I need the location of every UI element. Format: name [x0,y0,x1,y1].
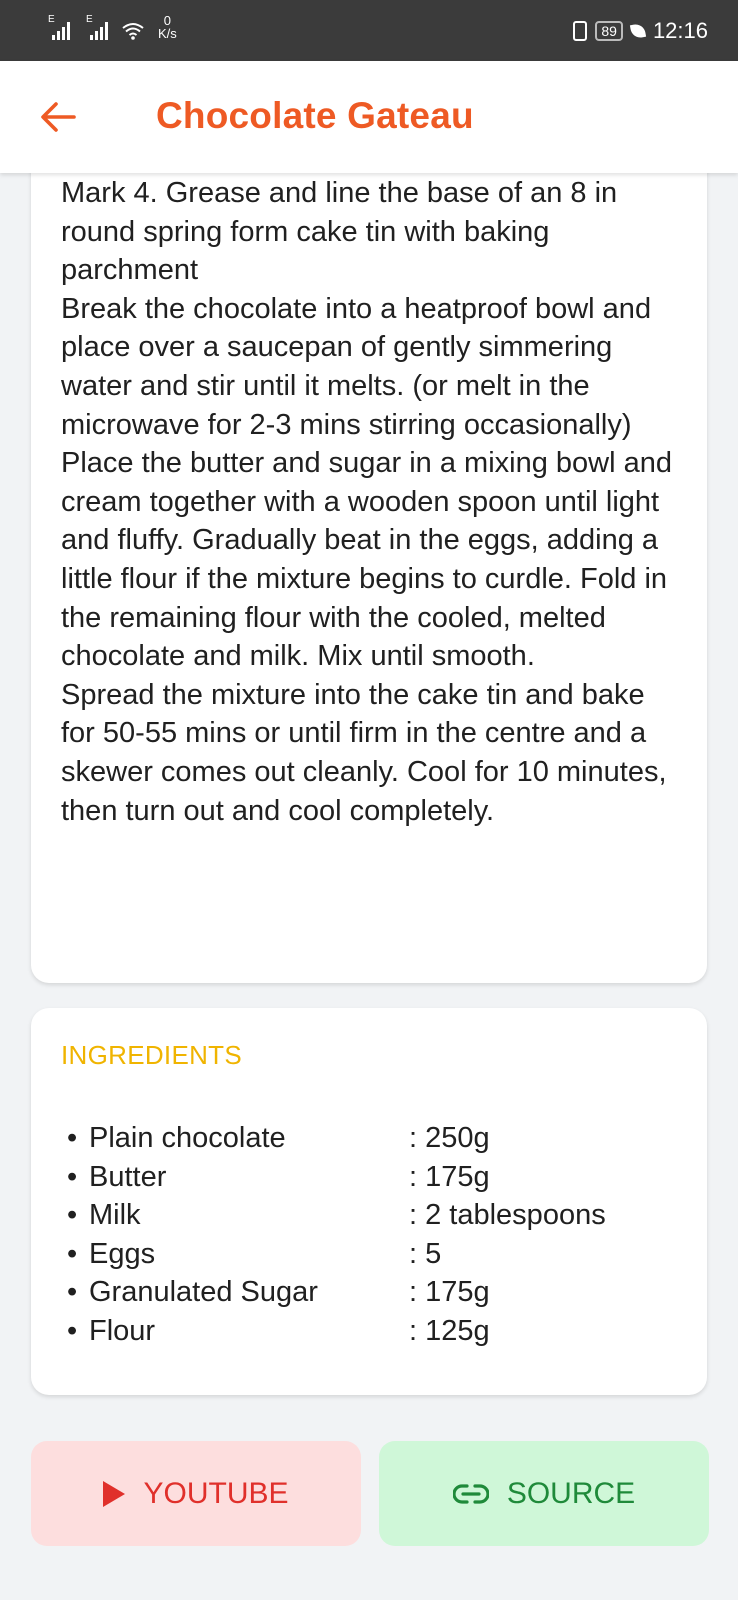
page-title: Chocolate Gateau [156,95,474,136]
instruction-paragraph: Spread the mixture into the cake tin and… [61,678,667,827]
ingredients-list: • Plain chocolate : 250g • Butter : 175g •… [61,1119,677,1351]
bullet: • [67,1314,78,1347]
youtube-button[interactable]: YOUTUBE [31,1441,361,1546]
wifi-icon [122,23,144,40]
status-bar: E E 0 K/s 89 12:16 [0,0,738,61]
ingredient-qty: : 125g [409,1314,490,1347]
ingredient-row: • Flour : 125g [61,1312,677,1351]
battery-level: 89 [601,23,617,39]
ingredient-name: Granulated Sugar [89,1276,318,1309]
power-saving-icon [629,22,647,40]
ingredient-name: Butter [89,1160,167,1193]
bullet: • [67,1199,78,1232]
back-button[interactable] [30,89,86,145]
ingredient-qty: : 2 tablespoons [409,1199,606,1232]
ingredient-name: Plain chocolate [89,1122,286,1154]
ingredient-row: • Eggs : 5 [61,1235,677,1274]
instructions-text: Mark 4. Grease and line the base of an 8… [61,174,677,830]
status-left: E E 0 K/s [48,14,177,40]
ingredient-qty: : 175g [409,1276,490,1309]
play-icon [103,1480,126,1507]
bullet: • [67,1122,78,1154]
instruction-paragraph: Break the chocolate into a heatproof bow… [61,292,652,441]
app-header: Chocolate Gateau [0,61,738,173]
bullet: • [67,1160,78,1193]
network-type-label-2: E [86,14,93,25]
youtube-button-label: YOUTUBE [143,1476,289,1510]
bullet: • [67,1276,78,1309]
ingredient-name: Eggs [89,1237,156,1270]
battery-icon: 89 [595,21,623,41]
ingredient-name: Flour [89,1314,156,1347]
network-type-label: E [48,14,55,25]
arrow-left-icon [41,102,76,132]
network-speed: 0 K/s [158,14,177,40]
instruction-paragraph: Place the butter and sugar in a mixing b… [61,447,672,673]
network-speed-unit: K/s [158,26,177,41]
ingredient-name: Milk [89,1199,141,1232]
ingredients-card: INGREDIENTS • Plain chocolate : 250g • But… [31,1008,707,1395]
link-icon [452,1483,489,1504]
ingredient-row: • Granulated Sugar : 175g [61,1273,677,1312]
bullet: • [67,1237,78,1270]
status-right: 89 12:16 [573,18,708,44]
ingredients-title: INGREDIENTS [61,1040,242,1070]
ingredient-qty: : 250g [409,1122,490,1154]
ingredient-row: • Plain chocolate : 250g [61,1119,677,1158]
signal-icon-2: E [86,14,108,40]
ingredient-row: • Butter : 175g [61,1158,677,1197]
instruction-paragraph: Mark 4. Grease and line the base of an 8… [61,177,618,287]
signal-icon: E [48,14,70,40]
ingredient-row: • Milk : 2 tablespoons [61,1196,677,1235]
vibrate-icon [573,21,588,41]
ingredient-qty: : 5 [409,1237,442,1270]
source-button-label: SOURCE [506,1476,636,1510]
source-button[interactable]: SOURCE [379,1441,709,1546]
instructions-card: Mark 4. Grease and line the base of an 8… [31,150,707,983]
ingredient-qty: : 175g [409,1160,490,1193]
clock: 12:16 [652,18,708,43]
